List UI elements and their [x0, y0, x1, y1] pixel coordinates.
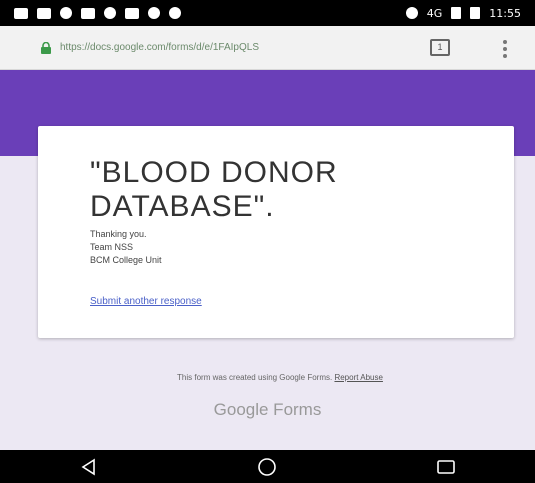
tabs-button[interactable]: 1 — [430, 39, 450, 56]
android-nav-bar — [0, 450, 535, 483]
browser-address-bar: https://docs.google.com/forms/d/e/1FAIpQ… — [0, 26, 535, 70]
form-title: "BLOOD DONOR DATABASE". — [90, 156, 338, 223]
message-line: Team NSS — [90, 242, 134, 252]
sync-icon — [169, 7, 181, 19]
message-icon — [37, 7, 51, 19]
gallery-icon — [60, 7, 72, 19]
download-icon — [81, 7, 95, 19]
home-button[interactable] — [252, 456, 282, 478]
battery-icon — [470, 7, 481, 19]
overflow-menu-icon[interactable] — [502, 40, 508, 58]
recents-button[interactable] — [431, 456, 461, 478]
status-right-icons: 4G 11:55 — [405, 6, 521, 20]
message-line: BCM College Unit — [90, 255, 162, 265]
footer-note: This form was created using Google Forms… — [70, 372, 490, 383]
signal-icon — [451, 7, 462, 19]
recents-icon — [437, 459, 455, 474]
confirmation-message: Thanking you. Team NSS BCM College Unit — [90, 228, 390, 267]
report-abuse-link[interactable]: Report Abuse — [334, 373, 382, 382]
submit-another-response-link[interactable]: Submit another response — [90, 296, 202, 307]
lock-icon — [41, 42, 51, 54]
wifi-icon — [405, 7, 418, 19]
back-button[interactable] — [74, 456, 104, 478]
alarm-icon — [104, 7, 116, 19]
url-field[interactable]: https://docs.google.com/forms/d/e/1FAIpQ… — [60, 42, 390, 53]
notification-icon — [14, 7, 28, 19]
clock: 11:55 — [489, 6, 521, 20]
status-left-icons — [14, 7, 181, 19]
footer-note-text: This form was created using Google Forms… — [177, 373, 333, 382]
network-type: 4G — [426, 6, 443, 20]
sound-icon — [125, 7, 139, 19]
home-icon — [258, 457, 277, 476]
google-forms-logo: Google Forms — [213, 400, 322, 419]
message-line: Thanking you. — [90, 229, 147, 239]
settings-icon — [148, 7, 160, 19]
back-icon — [81, 458, 95, 475]
status-bar: 4G 11:55 — [0, 0, 535, 26]
confirmation-card: "BLOOD DONOR DATABASE". Thanking you. Te… — [38, 126, 514, 338]
